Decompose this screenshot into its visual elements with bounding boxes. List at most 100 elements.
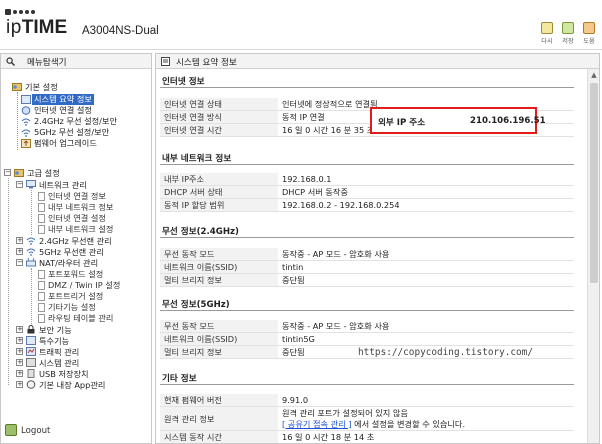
- table-row: 무선 동작 모드 동작중 - AP 모드 - 암호화 사용: [160, 248, 574, 261]
- scroll-up-icon[interactable]: ▲: [590, 71, 598, 79]
- menu-wifi-5-management[interactable]: 5GHz 무선랜 관리: [39, 247, 104, 258]
- expand-wifi-24-toggle[interactable]: +: [16, 237, 23, 244]
- external-ip-label: 외부 IP 주소: [378, 118, 426, 128]
- menu-usb-storage[interactable]: USB 저장장치: [39, 369, 89, 380]
- expand-wifi-5-toggle[interactable]: +: [16, 248, 23, 255]
- row-value: DHCP 서버 동작중: [278, 185, 574, 199]
- collapse-advanced-toggle[interactable]: −: [4, 169, 11, 176]
- document-icon: [38, 314, 45, 323]
- row-value: 동작중 - AP 모드 - 암호화 사용: [278, 248, 574, 261]
- remote-management-hint: 에서 설정을 변경할 수 있습니다.: [351, 418, 466, 429]
- remote-management-status: 원격 관리 포트가 설정되어 있지 않음: [282, 407, 409, 418]
- collapse-nat-toggle[interactable]: −: [16, 259, 23, 266]
- save-button[interactable]: 저장: [560, 22, 576, 48]
- lock-icon: [27, 325, 35, 334]
- wifi-24-icon: [21, 118, 31, 126]
- document-icon: [38, 270, 45, 279]
- menu-internet-connection-settings[interactable]: 인터넷 연결 설정: [48, 213, 106, 224]
- row-value: 동작중 - AP 모드 - 암호화 사용: [278, 320, 574, 333]
- wifi-5-mgmt-icon: [26, 248, 36, 256]
- section-divider: [160, 164, 574, 165]
- content-scrollbar[interactable]: ▲: [587, 69, 599, 443]
- table-row: 내부 IP주소 192.168.0.1: [160, 173, 574, 186]
- section-title-wifi-24: 무선 정보(2.4GHz): [162, 227, 239, 237]
- section-title-misc: 기타 정보: [162, 374, 197, 384]
- save-button-label: 저장: [562, 38, 574, 45]
- menu-explorer-header: 메뉴탐색기: [1, 54, 151, 69]
- tree-connector: [31, 268, 32, 324]
- section-divider: [160, 87, 574, 88]
- table-row: 무선 동작 모드 동작중 - AP 모드 - 암호화 사용: [160, 320, 574, 333]
- help-button-label: 도움: [583, 38, 595, 45]
- expand-special-toggle[interactable]: +: [16, 337, 23, 344]
- collapse-network-toggle[interactable]: −: [16, 181, 23, 188]
- menu-internal-network-info[interactable]: 내부 네트워크 정보: [48, 202, 113, 213]
- help-button[interactable]: 도움: [581, 22, 597, 48]
- expand-traffic-toggle[interactable]: +: [16, 348, 23, 355]
- row-key: 시스템 동작 시간: [160, 430, 278, 443]
- logout-button[interactable]: Logout: [5, 423, 65, 439]
- menu-wifi-24-settings[interactable]: 2.4GHz 무선 설정/보안: [34, 116, 117, 127]
- scroll-thumb[interactable]: [590, 83, 598, 283]
- wifi-24-mgmt-icon: [26, 237, 36, 245]
- menu-nat-router-management[interactable]: NAT/라우터 관리: [39, 258, 98, 269]
- expand-security-toggle[interactable]: +: [16, 326, 23, 333]
- tree-connector: [8, 178, 9, 385]
- expand-usb-toggle[interactable]: +: [16, 370, 23, 377]
- section-title-internal-network: 내부 네트워크 정보: [162, 154, 232, 164]
- table-row: 현재 펌웨어 버전 9.91.0: [160, 394, 574, 407]
- menu-port-forward[interactable]: 포트포워드 설정: [48, 269, 103, 280]
- menu-explorer-title: 메뉴탐색기: [27, 58, 67, 68]
- document-icon: [38, 214, 45, 223]
- menu-wifi-24-management[interactable]: 2.4GHz 무선랜 관리: [39, 236, 112, 247]
- menu-builtin-apps[interactable]: 기본 내장 App관리: [39, 380, 105, 391]
- external-ip-callout: 외부 IP 주소 210.106.196.51: [370, 107, 546, 134]
- special-features-icon: [26, 336, 36, 345]
- menu-security[interactable]: 보안 기능: [39, 325, 72, 336]
- section-title-internet: 인터넷 정보: [162, 77, 205, 87]
- menu-system-summary[interactable]: 시스템 요약 정보: [32, 94, 94, 105]
- menu-network-management[interactable]: 네트워크 관리: [39, 180, 87, 191]
- expand-system-toggle[interactable]: +: [16, 359, 23, 366]
- menu-firmware-upgrade[interactable]: 펌웨어 업그레이드: [34, 138, 97, 149]
- document-icon: [38, 203, 45, 212]
- system-management-icon: [26, 358, 36, 367]
- router-access-management-link[interactable]: [ 공유기 접속 관리 ]: [282, 419, 352, 429]
- menu-wifi-5-settings[interactable]: 5GHz 무선 설정/보안: [34, 127, 109, 138]
- menu-basic-settings[interactable]: 기본 설정: [25, 82, 58, 93]
- refresh-button-label: 다시: [541, 38, 553, 45]
- row-key: 네트워크 이름(SSID): [160, 332, 278, 346]
- row-key: 원격 관리 정보: [160, 406, 278, 431]
- traffic-icon: [26, 347, 36, 356]
- row-key: 멀티 브리지 정보: [160, 345, 278, 359]
- refresh-button[interactable]: 다시: [539, 22, 555, 48]
- section-divider: [160, 237, 574, 238]
- router-icon: [26, 258, 36, 267]
- menu-misc-features[interactable]: 기타기능 설정: [48, 302, 96, 313]
- logout-label: Logout: [21, 426, 51, 436]
- section-divider: [160, 310, 574, 311]
- menu-internal-network-settings[interactable]: 내부 네트워크 설정: [48, 224, 113, 235]
- menu-special-features[interactable]: 특수기능: [39, 336, 69, 347]
- menu-internet-settings[interactable]: 인터넷 연결 설정: [34, 105, 92, 116]
- menu-dmz-twinip[interactable]: DMZ / Twin IP 설정: [48, 280, 120, 291]
- row-value: tintin: [278, 260, 574, 274]
- row-value: 16 일 0 시간 18 분 14 초: [278, 430, 574, 443]
- menu-advanced-settings[interactable]: 고급 설정: [27, 168, 60, 179]
- section-title-wifi-5: 무선 정보(5GHz): [162, 300, 230, 310]
- row-value: 9.91.0: [278, 394, 574, 407]
- document-icon: [38, 281, 45, 290]
- brand-logo-prefix: ip: [6, 17, 22, 38]
- row-key: DHCP 서버 상태: [160, 185, 278, 199]
- row-key: 현재 펌웨어 버전: [160, 394, 278, 407]
- menu-routing-table[interactable]: 라우팅 테이블 관리: [48, 313, 113, 324]
- menu-traffic[interactable]: 트래픽 관리: [39, 347, 79, 358]
- menu-system-management[interactable]: 시스템 관리: [39, 358, 79, 369]
- logout-icon: [5, 424, 17, 436]
- menu-internet-connection-info[interactable]: 인터넷 연결 정보: [48, 191, 106, 202]
- menu-port-trigger[interactable]: 포트트리거 설정: [48, 291, 103, 302]
- expand-app-toggle[interactable]: +: [16, 381, 23, 388]
- wifi-24-table: 무선 동작 모드 동작중 - AP 모드 - 암호화 사용 네트워크 이름(SSI…: [160, 248, 574, 287]
- header-toolbar: 다시 저장 도움: [539, 22, 597, 48]
- advanced-folder-icon: [14, 169, 24, 177]
